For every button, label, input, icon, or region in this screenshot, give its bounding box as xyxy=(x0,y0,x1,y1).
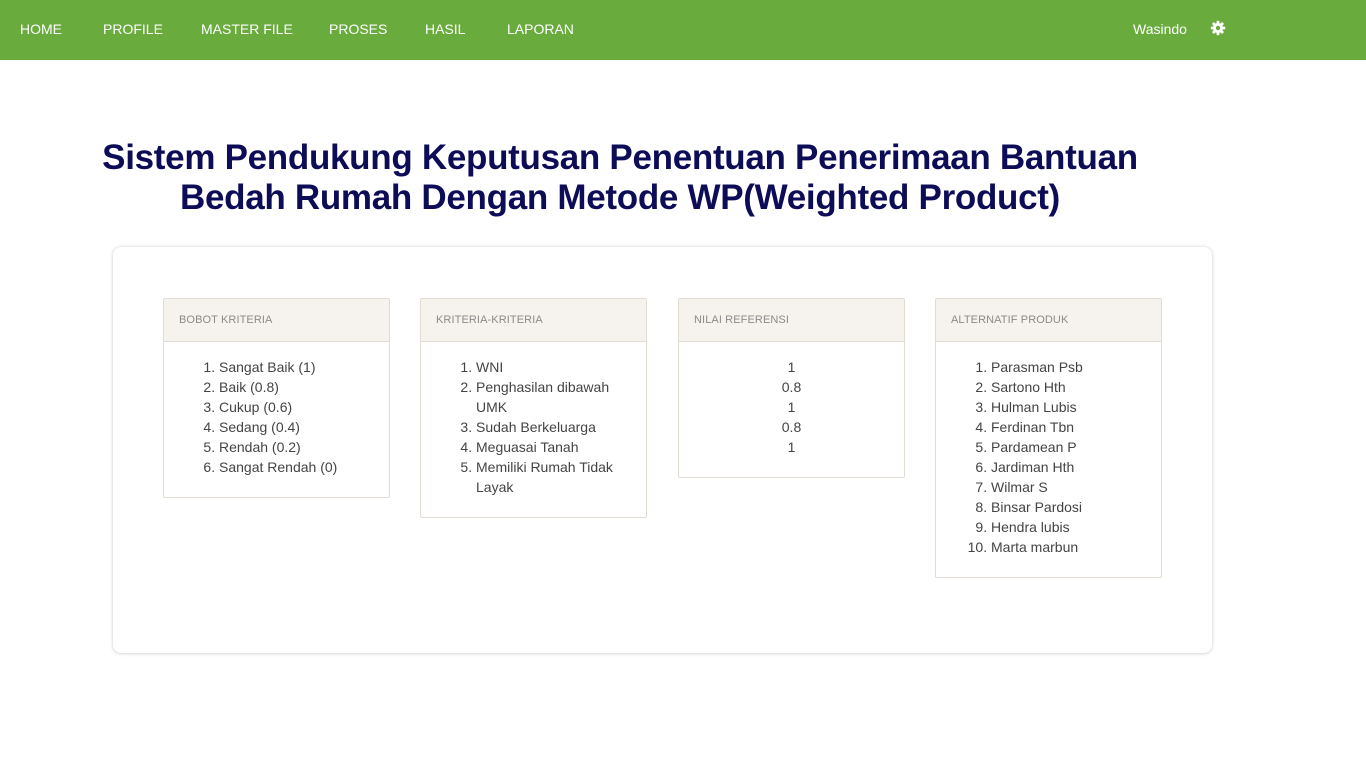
list-item: Hendra lubis xyxy=(991,517,1149,537)
list-item: Marta marbun xyxy=(991,537,1149,557)
gear-icon[interactable] xyxy=(1210,20,1226,36)
list-item: 1 xyxy=(787,399,796,415)
list-item: Pardamean P xyxy=(991,437,1149,457)
nav-laporan[interactable]: LAPORAN xyxy=(507,21,574,37)
list-item: Sangat Baik (1) xyxy=(219,357,377,377)
list-item: Sedang (0.4) xyxy=(219,417,377,437)
list-item: 0.8 xyxy=(781,379,802,395)
list-item: Memiliki Rumah Tidak Layak xyxy=(476,457,634,497)
list-item: Sangat Rendah (0) xyxy=(219,457,377,477)
panel-heading: ALTERNATIF PRODUK xyxy=(936,299,1161,342)
nav-master-file[interactable]: MASTER FILE xyxy=(201,21,293,37)
panel-kriteria: KRITERIA-KRITERIA WNI Penghasilan dibawa… xyxy=(420,298,647,518)
user-name[interactable]: Wasindo xyxy=(1133,21,1187,37)
list-item: Hulman Lubis xyxy=(991,397,1149,417)
page-title-line1: Sistem Pendukung Keputusan Penentuan Pen… xyxy=(102,138,1138,177)
page-title: Sistem Pendukung Keputusan Penentuan Pen… xyxy=(100,138,1140,218)
list-item: Rendah (0.2) xyxy=(219,437,377,457)
list-item: Parasman Psb xyxy=(991,357,1149,377)
top-navbar: HOME PROFILE MASTER FILE PROSES HASIL LA… xyxy=(0,0,1366,60)
list-item: Cukup (0.6) xyxy=(219,397,377,417)
list-item: Binsar Pardosi xyxy=(991,497,1149,517)
panel-heading: NILAI REFERENSI xyxy=(679,299,904,342)
list-item: 1 xyxy=(787,439,796,455)
list-item: Penghasilan dibawah UMK xyxy=(476,377,634,417)
list-item: Meguasai Tanah xyxy=(476,437,634,457)
nav-home[interactable]: HOME xyxy=(20,21,62,37)
page-title-line2: Bedah Rumah Dengan Metode WP(Weighted Pr… xyxy=(179,178,1061,217)
panel-bobot-kriteria: BOBOT KRITERIA Sangat Baik (1) Baik (0.8… xyxy=(163,298,390,498)
list-item: 0.8 xyxy=(781,419,802,435)
alternatif-list: Parasman Psb Sartono Hth Hulman Lubis Fe… xyxy=(936,357,1149,557)
list-item: Sartono Hth xyxy=(991,377,1149,397)
list-item: Sudah Berkeluarga xyxy=(476,417,634,437)
panel-heading: BOBOT KRITERIA xyxy=(164,299,389,342)
nilai-list: 1 0.8 1 0.8 1 xyxy=(679,357,904,457)
list-item: 1 xyxy=(787,359,796,375)
list-item: Ferdinan Tbn xyxy=(991,417,1149,437)
panel-alternatif-produk: ALTERNATIF PRODUK Parasman Psb Sartono H… xyxy=(935,298,1162,578)
list-item: Baik (0.8) xyxy=(219,377,377,397)
kriteria-list: WNI Penghasilan dibawah UMK Sudah Berkel… xyxy=(421,357,634,497)
bobot-list: Sangat Baik (1) Baik (0.8) Cukup (0.6) S… xyxy=(164,357,377,477)
list-item: WNI xyxy=(476,357,634,377)
nav-profile[interactable]: PROFILE xyxy=(103,21,163,37)
nav-proses[interactable]: PROSES xyxy=(329,21,387,37)
list-item: Jardiman Hth xyxy=(991,457,1149,477)
nav-hasil[interactable]: HASIL xyxy=(425,21,465,37)
panel-nilai-referensi: NILAI REFERENSI 1 0.8 1 0.8 1 xyxy=(678,298,905,478)
panel-heading: KRITERIA-KRITERIA xyxy=(421,299,646,342)
list-item: Wilmar S xyxy=(991,477,1149,497)
